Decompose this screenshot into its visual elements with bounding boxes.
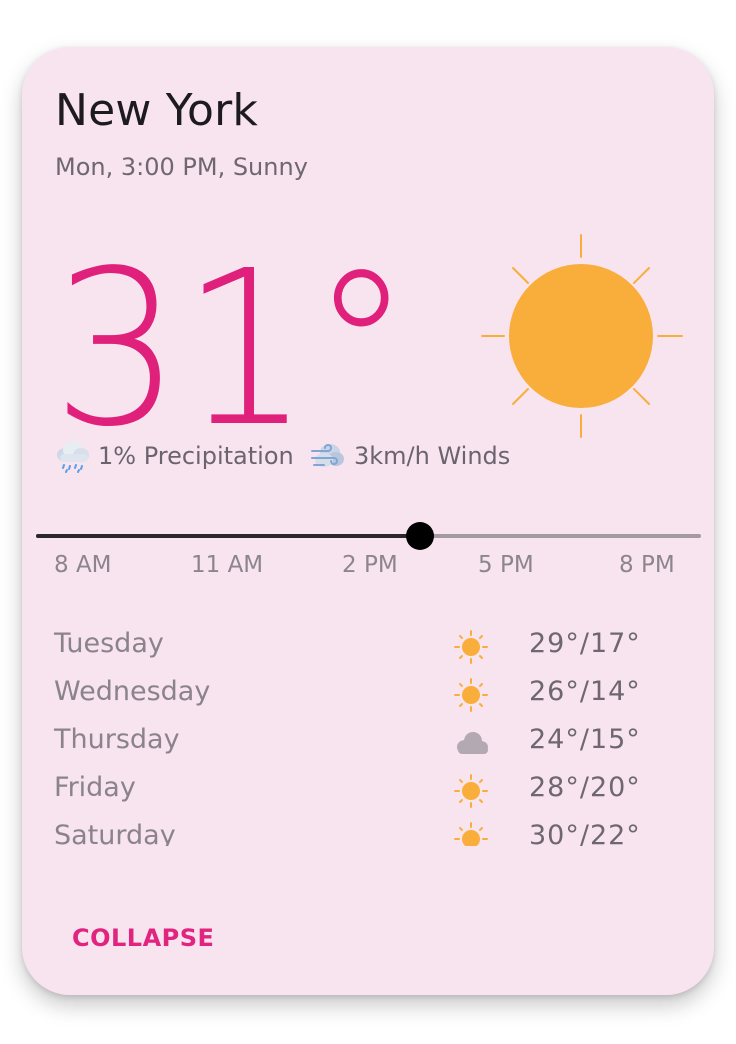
forecast-row: Friday 28°/20° — [54, 766, 674, 814]
date-time-condition: Mon, 3:00 PM, Sunny — [55, 153, 308, 181]
tick-label: 11 AM — [191, 552, 264, 578]
daily-forecast-list: Tuesday 29°/17° Wednesday 26°/14° Thursd… — [54, 622, 674, 846]
tick-label: 2 PM — [342, 552, 398, 578]
forecast-temperature-range: 28°/20° — [529, 772, 641, 803]
tick-label: 8 AM — [54, 552, 112, 578]
slider-track-filled — [36, 534, 420, 538]
forecast-row: Tuesday 29°/17° — [54, 622, 674, 670]
weather-card: New York Mon, 3:00 PM, Sunny 31° 1% Prec… — [22, 47, 714, 995]
forecast-day: Wednesday — [54, 676, 211, 707]
forecast-row: Saturday 30°/22° — [54, 814, 674, 846]
wind-icon — [311, 444, 344, 467]
sun-icon — [481, 234, 683, 438]
forecast-temperature-range: 29°/17° — [529, 628, 641, 659]
precipitation-label: 1% Precipitation — [98, 442, 294, 470]
forecast-day: Saturday — [54, 820, 176, 846]
sun-icon — [454, 678, 488, 712]
precipitation-metric: 1% Precipitation — [54, 439, 294, 473]
sun-icon — [454, 630, 488, 664]
sun-icon — [454, 822, 488, 846]
forecast-row: Thursday 24°/15° — [54, 718, 674, 766]
rain-cloud-icon — [57, 441, 89, 473]
tick-label: 8 PM — [619, 552, 675, 578]
wind-metric: 3km/h Winds — [310, 439, 510, 473]
time-slider[interactable] — [36, 521, 701, 551]
forecast-temperature-range: 30°/22° — [529, 820, 641, 846]
forecast-temperature-range: 26°/14° — [529, 676, 641, 707]
cloud-icon — [457, 732, 488, 754]
time-axis: 8 AM 11 AM 2 PM 5 PM 8 PM — [54, 552, 682, 586]
city-name: New York — [55, 85, 259, 136]
sun-icon — [454, 774, 488, 808]
collapse-button[interactable]: COLLAPSE — [62, 920, 224, 956]
forecast-day: Friday — [54, 772, 136, 803]
slider-thumb[interactable] — [406, 522, 434, 550]
current-temperature: 31° — [52, 237, 412, 427]
forecast-temperature-range: 24°/15° — [529, 724, 641, 755]
wind-label: 3km/h Winds — [354, 442, 511, 470]
forecast-row: Wednesday 26°/14° — [54, 670, 674, 718]
forecast-day: Tuesday — [54, 628, 164, 659]
forecast-day: Thursday — [54, 724, 180, 755]
temperature-text: 31° — [52, 237, 412, 427]
tick-label: 5 PM — [478, 552, 534, 578]
